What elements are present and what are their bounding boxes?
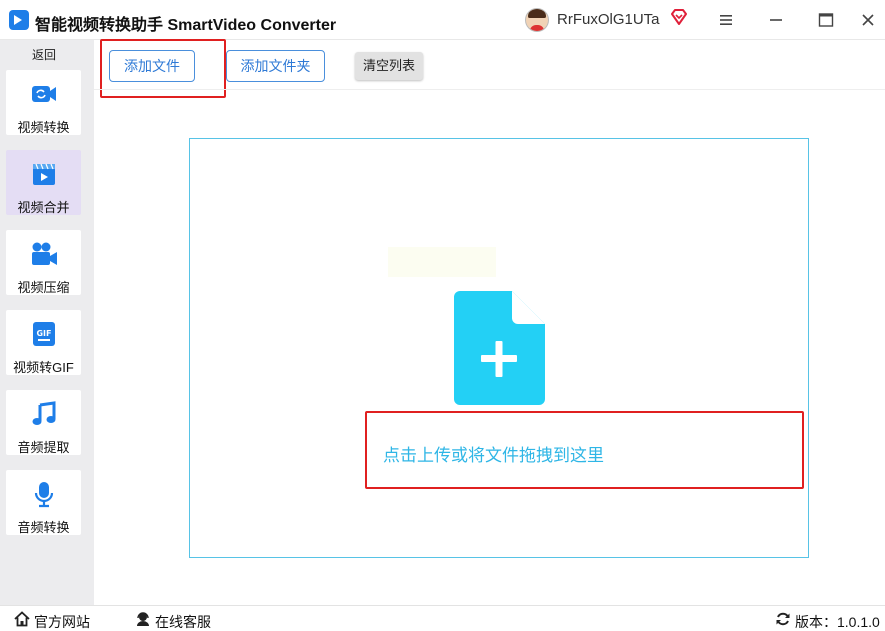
gif-icon: GIF <box>33 322 55 346</box>
add-folder-button[interactable]: 添加文件夹 <box>226 50 325 82</box>
video-merge-icon <box>33 163 55 185</box>
back-button[interactable]: 返回 <box>0 46 88 63</box>
microphone-icon <box>34 482 54 508</box>
user-avatar[interactable] <box>525 8 549 32</box>
highlight-box-upload <box>365 411 804 489</box>
minimize-icon[interactable] <box>768 12 784 28</box>
sidebar: 返回 视频转换 视频合并 视频压缩 GIF 视频转GIF 音频提取 音频转换 <box>0 40 94 605</box>
customer-service-icon <box>137 612 149 626</box>
sidebar-item-video-convert[interactable]: 视频转换 <box>6 70 81 135</box>
version-label: 版本：1.0.1.0 <box>795 614 880 630</box>
sidebar-item-label: 音频转换 <box>17 520 70 535</box>
sidebar-item-label: 视频合并 <box>17 200 70 215</box>
sidebar-item-label: 视频转换 <box>17 120 70 135</box>
drop-zone-placeholder <box>388 247 496 277</box>
sidebar-item-label: 视频转GIF <box>13 360 74 375</box>
maximize-icon[interactable] <box>818 12 834 28</box>
app-logo-icon <box>9 10 29 30</box>
title-bar: 智能视频转换助手 SmartVideo Converter RrFuxOlG1U… <box>0 0 885 40</box>
sidebar-item-video-compress[interactable]: 视频压缩 <box>6 230 81 295</box>
sidebar-item-audio-convert[interactable]: 音频转换 <box>6 470 81 535</box>
close-icon[interactable] <box>860 12 876 28</box>
sidebar-item-label: 音频提取 <box>17 440 70 455</box>
sidebar-item-label: 视频压缩 <box>17 280 70 295</box>
music-note-icon <box>32 401 56 425</box>
toolbar-divider <box>94 89 885 90</box>
add-file-icon[interactable] <box>454 291 545 405</box>
online-support-link[interactable]: 在线客服 <box>155 612 211 631</box>
vip-diamond-icon[interactable] <box>670 9 688 25</box>
clear-list-button[interactable]: 清空列表 <box>355 52 423 80</box>
username[interactable]: RrFuxOlG1UTa <box>557 11 660 28</box>
video-compress-icon <box>32 242 57 265</box>
svg-text:GIF: GIF <box>36 329 51 338</box>
home-icon <box>14 611 30 627</box>
menu-icon[interactable] <box>718 12 734 28</box>
sidebar-item-video-to-gif[interactable]: GIF 视频转GIF <box>6 310 81 375</box>
official-website-link[interactable]: 官方网站 <box>34 612 90 631</box>
app-title: 智能视频转换助手 SmartVideo Converter <box>35 17 337 34</box>
sidebar-item-video-merge[interactable]: 视频合并 <box>6 150 81 215</box>
refresh-icon[interactable] <box>775 611 791 627</box>
sidebar-item-audio-extract[interactable]: 音频提取 <box>6 390 81 455</box>
video-convert-icon <box>32 86 56 102</box>
status-bar: 官方网站 在线客服 版本：1.0.1.0 <box>0 605 885 631</box>
